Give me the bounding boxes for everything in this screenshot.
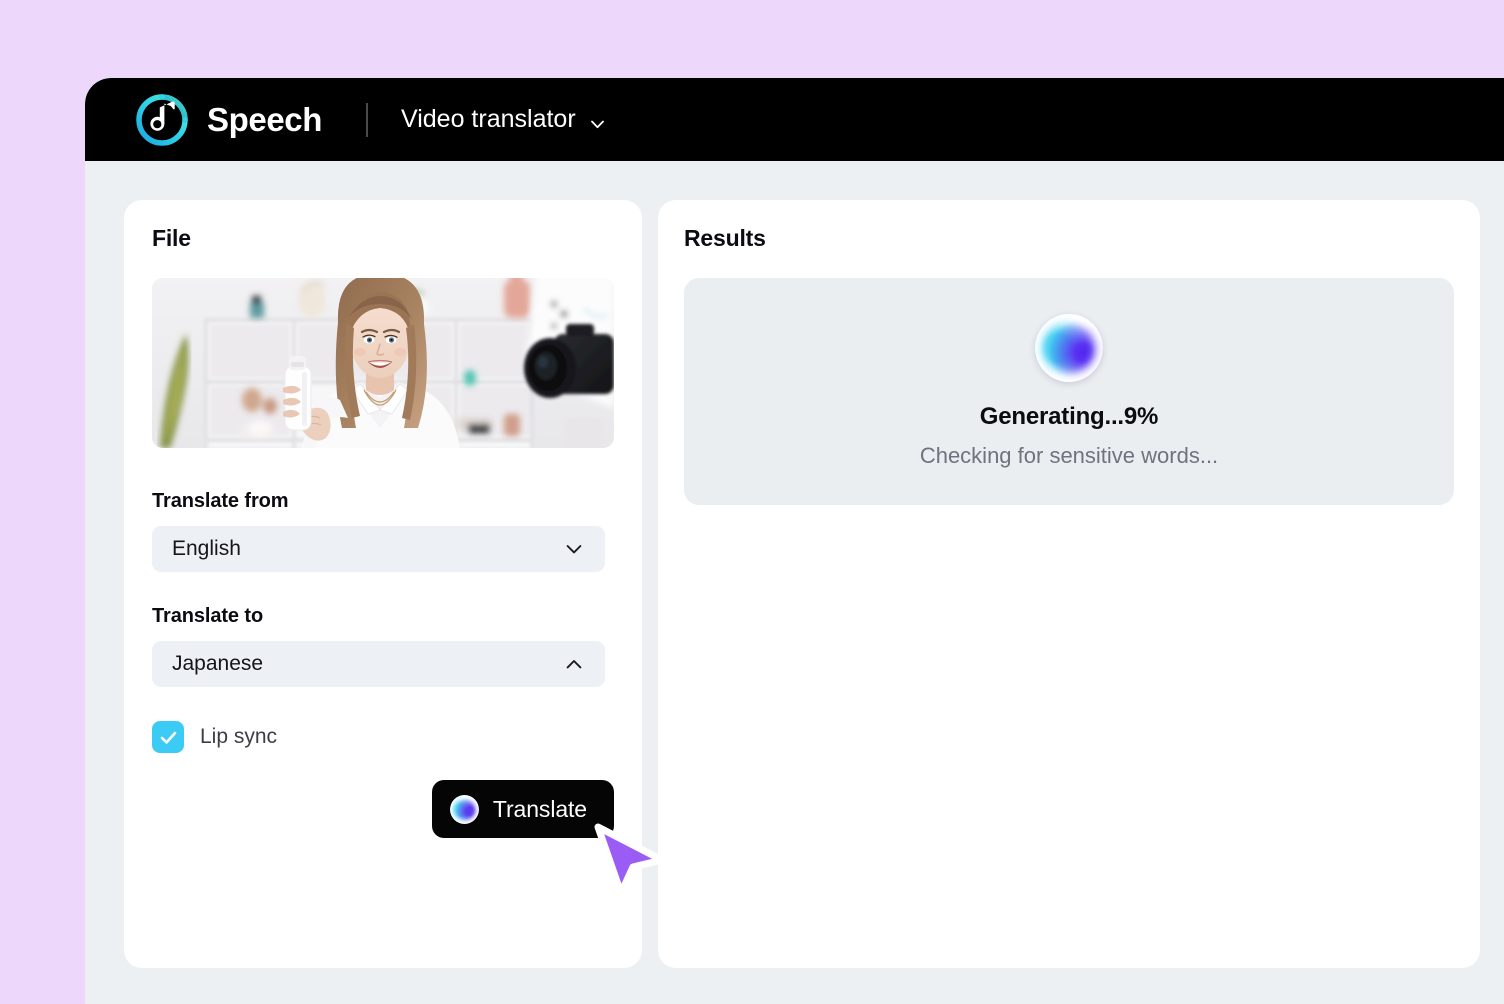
status-text: Checking for sensitive words...: [919, 443, 1219, 468]
translate-from-value: English: [172, 537, 241, 560]
main-content: File Translate from English Translate to…: [85, 161, 1504, 1004]
mode-selector[interactable]: Video translator: [401, 105, 606, 134]
translate-button-row: Translate: [152, 780, 614, 838]
chevron-down-icon: [589, 111, 606, 129]
results-panel-title: Results: [684, 225, 766, 251]
lip-sync-checkbox[interactable]: [152, 721, 184, 753]
lip-sync-checkbox-row[interactable]: Lip sync: [152, 721, 614, 753]
translate-button[interactable]: Translate: [431, 780, 614, 838]
translate-to-value: Japanese: [172, 652, 264, 675]
top-bar: Speech Video translator: [85, 78, 1504, 161]
translate-from-select[interactable]: English: [152, 526, 605, 572]
file-panel-title: File: [152, 225, 191, 251]
translate-from-label: Translate from: [152, 490, 289, 512]
progress-text: Generating...9%: [979, 403, 1159, 430]
gradient-orb-loading-icon: [1035, 314, 1103, 382]
checkmark-icon: [160, 731, 176, 744]
brand[interactable]: Speech: [133, 91, 322, 149]
topbar-divider: [366, 102, 368, 137]
lip-sync-label: Lip sync: [200, 725, 278, 748]
results-loading-box: Generating...9% Checking for sensitive w…: [684, 278, 1454, 505]
chevron-down-icon: [564, 539, 584, 559]
mode-label: Video translator: [401, 105, 576, 133]
music-note-circle-logo-icon: [133, 91, 191, 149]
translate-to-label: Translate to: [152, 605, 264, 627]
brand-name: Speech: [207, 100, 322, 138]
app-window: Speech Video translator File Translate f…: [85, 78, 1504, 1004]
video-thumbnail[interactable]: [152, 278, 614, 448]
chevron-up-icon: [564, 654, 584, 674]
gradient-orb-icon: [449, 794, 479, 824]
file-panel: File Translate from English Translate to…: [124, 200, 642, 968]
translate-button-label: Translate: [492, 795, 587, 822]
translate-to-select[interactable]: Japanese: [152, 641, 605, 687]
results-panel: Results Generating...9% Checking for sen…: [658, 200, 1480, 968]
